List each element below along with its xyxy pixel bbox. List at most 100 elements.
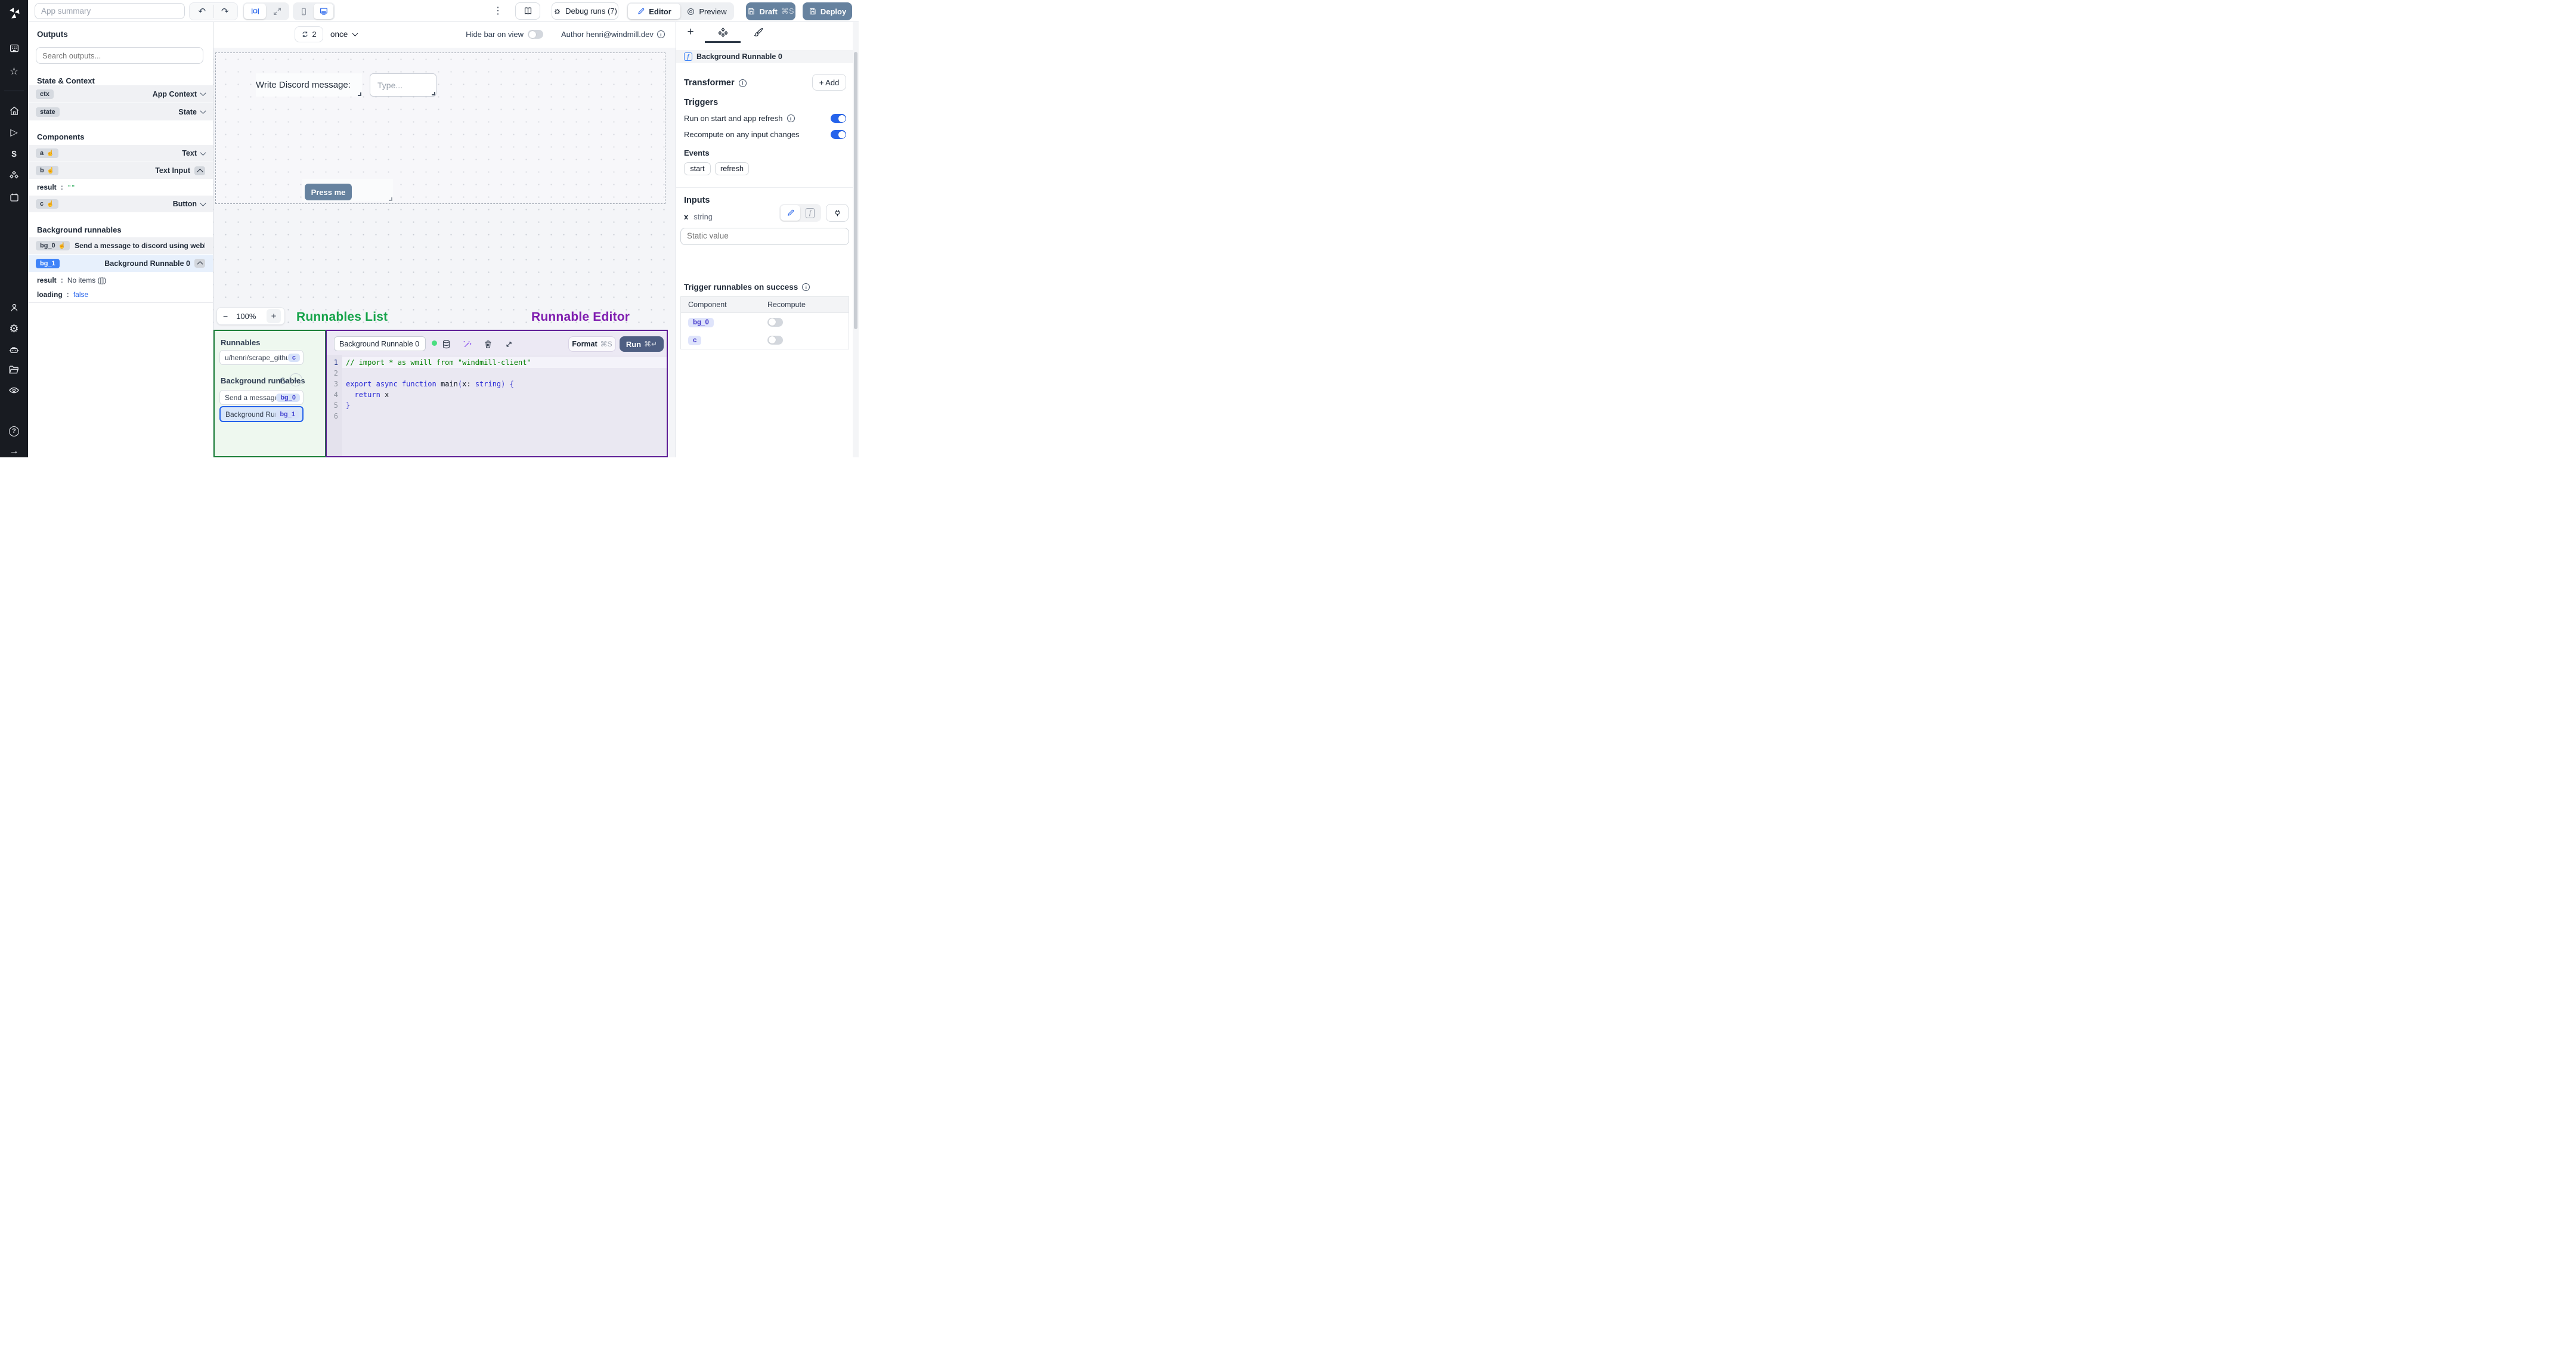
debug-runs-button[interactable]: Debug runs (7) [552, 2, 618, 20]
workers-icon[interactable] [0, 342, 28, 357]
runnable-item-script[interactable]: u/henri/scrape_githu... c [219, 350, 304, 365]
output-row-ctx[interactable]: ctx App Context [28, 85, 213, 103]
output-row-b[interactable]: b ☝ Text Input [28, 162, 213, 179]
code-editor[interactable]: 1// import * as wmill from "windmill-cli… [327, 355, 667, 456]
collapse-button[interactable] [194, 259, 205, 268]
code-line[interactable]: 2 [327, 368, 667, 379]
runnable-item-bg1-selected[interactable]: Background Run... bg_1 [219, 406, 304, 422]
add-transformer-button[interactable]: + Add [812, 74, 846, 91]
static-value-textarea[interactable] [680, 228, 849, 245]
run-button[interactable]: Run ⌘↵ [620, 336, 664, 352]
scrollbar[interactable] [853, 22, 859, 457]
desktop-icon[interactable] [314, 4, 333, 19]
home-icon[interactable] [0, 103, 28, 119]
static-mode-pencil-icon[interactable] [781, 205, 800, 221]
b-result-row[interactable]: result: "" [28, 179, 213, 196]
author-label: Author henri@windmill.dev [561, 30, 654, 39]
schedules-icon[interactable] [0, 190, 28, 205]
run-on-start-toggle[interactable] [831, 114, 846, 123]
app-summary-input[interactable] [35, 3, 185, 19]
zoom-out-button[interactable]: − [223, 311, 228, 321]
event-pill-refresh[interactable]: refresh [715, 162, 749, 175]
resize-handle[interactable] [358, 92, 361, 96]
runnable-item-badge: c [287, 353, 300, 362]
tab-components-icon[interactable] [705, 22, 741, 42]
star-icon[interactable]: ☆ [0, 64, 28, 79]
event-pill-start[interactable]: start [684, 162, 711, 175]
info-icon[interactable]: i [787, 114, 795, 122]
info-icon[interactable]: i [738, 79, 747, 87]
scrollbar-thumb[interactable] [854, 52, 857, 329]
code-line[interactable]: 1// import * as wmill from "windmill-cli… [327, 357, 667, 368]
tab-preview[interactable]: Preview [680, 4, 733, 19]
mobile-icon[interactable] [294, 4, 314, 19]
output-row-bg0[interactable]: bg_0 ☝ Send a message to discord using we… [28, 237, 213, 254]
bg1-loading-row[interactable]: loading: false [28, 287, 213, 302]
trash-icon[interactable] [483, 339, 493, 349]
press-me-button[interactable]: Press me [305, 184, 352, 200]
apps-icon[interactable] [0, 41, 28, 56]
windmill-logo[interactable] [0, 5, 28, 21]
hide-bar-toggle[interactable] [528, 30, 543, 39]
code-line[interactable]: 5} [327, 400, 667, 411]
center-layout-icon[interactable] [244, 4, 266, 19]
gear-icon[interactable]: ⚙ [0, 321, 28, 336]
tab-editor[interactable]: Editor [628, 4, 680, 19]
folder-icon[interactable] [0, 362, 28, 377]
eval-mode-function-icon[interactable]: f [800, 205, 820, 221]
interval-dropdown[interactable]: once [330, 26, 358, 42]
fullwidth-icon[interactable] [266, 4, 288, 19]
info-icon[interactable]: i [657, 30, 665, 38]
zoom-in-button[interactable]: + [267, 309, 281, 323]
chevron-down-icon[interactable] [200, 90, 206, 97]
chevron-down-icon[interactable] [200, 200, 206, 206]
undo-icon[interactable]: ↶ [191, 4, 213, 19]
code-line[interactable]: 6 [327, 411, 667, 422]
expand-editor-icon[interactable] [504, 339, 514, 349]
output-row-state[interactable]: state State [28, 103, 213, 120]
resources-icon[interactable] [0, 168, 28, 183]
search-outputs-input[interactable] [36, 47, 203, 64]
help-icon[interactable]: ? [0, 423, 28, 439]
chevron-down-icon[interactable] [200, 149, 206, 156]
output-row-c[interactable]: c ☝ Button [28, 196, 213, 212]
variables-icon[interactable]: $ [0, 146, 28, 162]
user-icon[interactable] [0, 300, 28, 315]
deploy-button[interactable]: Deploy [803, 2, 852, 20]
resize-handle[interactable] [389, 197, 392, 201]
text-component-a[interactable]: Write Discord message: [256, 73, 362, 97]
recompute-toggle[interactable] [767, 317, 783, 327]
add-bg-runnable-button[interactable]: + [289, 373, 302, 386]
table-row: c [681, 331, 849, 349]
chevron-down-icon[interactable] [200, 108, 206, 114]
code-line[interactable]: 4 return x [327, 389, 667, 400]
format-button[interactable]: Format ⌘S [568, 336, 616, 352]
resize-handle[interactable] [432, 92, 435, 95]
eye-icon[interactable] [0, 382, 28, 398]
bg1-result-row[interactable]: result: No items ([]) [28, 273, 213, 287]
ai-wand-icon[interactable] [462, 339, 472, 349]
expand-sidebar-icon[interactable]: → [0, 444, 28, 457]
tab-styling-icon[interactable] [741, 22, 776, 42]
draft-button[interactable]: Draft ⌘S [746, 2, 795, 20]
runnable-item-bg0[interactable]: Send a message... bg_0 [219, 390, 304, 405]
tab-add-icon[interactable]: + [676, 22, 705, 42]
output-row-bg1[interactable]: bg_1 Background Runnable 0 [28, 255, 213, 272]
text-input-component-b[interactable]: Type... [370, 73, 436, 97]
info-icon[interactable]: i [802, 283, 810, 291]
connect-plug-icon[interactable] [826, 204, 849, 222]
redo-icon[interactable]: ↷ [213, 4, 236, 19]
recompute-toggle[interactable] [767, 335, 783, 345]
docs-button[interactable] [515, 2, 540, 20]
runnable-name-input[interactable] [334, 336, 426, 351]
output-row-a[interactable]: a ☝ Text [28, 145, 213, 162]
code-line[interactable]: 3 export async function main(x: string) { [327, 379, 667, 389]
function-icon: f [684, 52, 692, 61]
database-icon[interactable] [441, 339, 451, 349]
runs-icon[interactable]: ▷ [0, 125, 28, 140]
refresh-count-button[interactable]: 2 [295, 26, 323, 42]
recompute-toggle[interactable] [831, 130, 846, 139]
collapse-button[interactable] [194, 166, 205, 175]
annotation-runnables-list: Runnables List [296, 310, 388, 324]
kebab-menu-icon[interactable]: ⋮ [493, 5, 503, 17]
